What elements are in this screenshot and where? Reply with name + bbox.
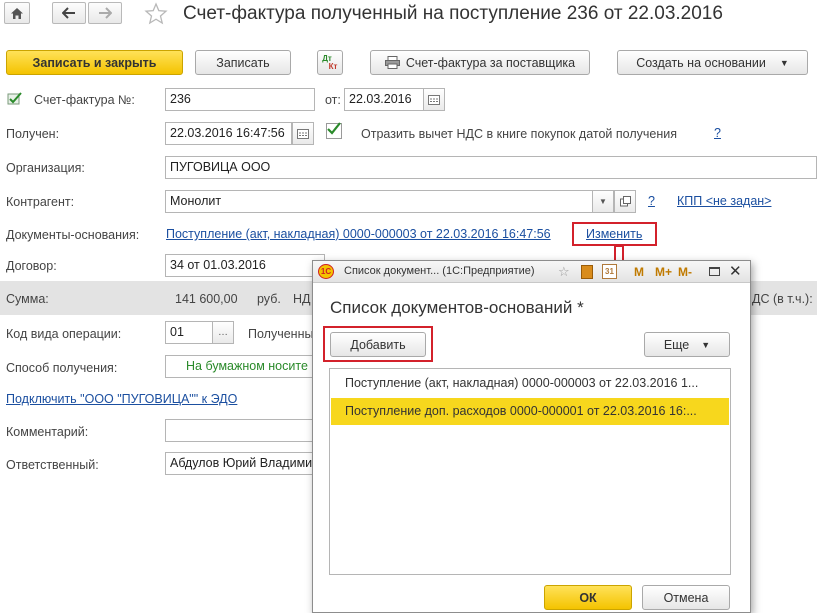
comment-field[interactable]: [165, 419, 315, 442]
close-icon[interactable]: ✕: [729, 262, 742, 280]
supplier-invoice-label: Счет-фактура за поставщика: [405, 55, 576, 70]
change-link-highlight: [572, 222, 657, 246]
invoice-number-label: Счет-фактура №:: [34, 93, 135, 107]
calendar-icon: [297, 128, 309, 139]
calendar-day-icon[interactable]: 31: [602, 264, 617, 279]
documents-list: Поступление (акт, накладная) 0000-000003…: [329, 368, 731, 575]
dialog-header: Список документов-оснований *: [330, 298, 584, 317]
favorite-star-icon[interactable]: [144, 2, 168, 26]
dropdown-arrow-icon: ▼: [599, 197, 607, 206]
base-documents-label: Документы-основания:: [6, 228, 140, 242]
home-icon: [11, 7, 23, 19]
dialog-window-title: Список документ... (1С:Предприятие): [344, 265, 535, 277]
memory-m-button[interactable]: M: [634, 265, 644, 279]
received-partial-label: Полученны: [248, 327, 314, 341]
arrow-left-icon: [62, 7, 75, 19]
receipt-method-label: Способ получения:: [6, 361, 118, 375]
star-icon[interactable]: ☆: [558, 264, 570, 280]
comment-label: Комментарий:: [6, 425, 89, 439]
contractor-label: Контрагент:: [6, 195, 75, 209]
back-button[interactable]: [52, 2, 86, 24]
1c-logo-icon: 1С: [318, 264, 334, 279]
calendar-day-label: 31: [605, 267, 614, 276]
calendar-button[interactable]: [423, 88, 445, 111]
responsible-label: Ответственный:: [6, 458, 99, 472]
currency-label: руб.: [257, 292, 281, 306]
invoice-date-field[interactable]: 22.03.2016: [344, 88, 424, 111]
ok-button[interactable]: ОК: [544, 585, 632, 610]
vat-deduction-label: Отразить вычет НДС в книге покупок датой…: [361, 127, 677, 141]
vat-partial-label: НД: [293, 292, 311, 306]
open-window-icon: [619, 196, 631, 207]
documents-list-dialog: 1С Список документ... (1С:Предприятие) ☆…: [312, 260, 751, 613]
operation-code-label: Код вида операции:: [6, 327, 122, 341]
contractor-field[interactable]: Монолит: [165, 190, 593, 213]
home-button[interactable]: [4, 2, 30, 24]
dropdown-arrow-icon: ▼: [701, 339, 711, 350]
vat-included-label: ДС (в т.ч.):: [752, 292, 813, 306]
received-datetime-field[interactable]: 22.03.2016 16:47:56: [165, 122, 292, 145]
document-status-icon: [7, 92, 23, 109]
responsible-field[interactable]: Абдулов Юрий Владими: [165, 452, 315, 475]
edo-connect-link[interactable]: Подключить "ООО "ПУГОВИЦА"" к ЭДО: [6, 392, 237, 406]
operation-code-field[interactable]: 01: [165, 321, 213, 344]
save-and-close-button[interactable]: Записать и закрыть: [6, 50, 183, 75]
received-calendar-button[interactable]: [292, 122, 314, 145]
dt-kt-button[interactable]: Дт Кт: [317, 50, 343, 75]
checkmark-icon: [327, 122, 341, 135]
save-button[interactable]: Записать: [195, 50, 291, 75]
more-label: Еще: [663, 337, 690, 352]
cancel-button[interactable]: Отмена: [642, 585, 730, 610]
calendar-icon: [428, 94, 440, 105]
base-document-link[interactable]: Поступление (акт, накладная) 0000-000003…: [166, 227, 551, 241]
list-item[interactable]: Поступление (акт, накладная) 0000-000003…: [331, 370, 729, 397]
received-label: Получен:: [6, 127, 60, 141]
maximize-icon[interactable]: [709, 267, 720, 276]
contractor-help-link[interactable]: ?: [648, 194, 655, 208]
contractor-open-button[interactable]: [614, 190, 636, 213]
calculator-icon[interactable]: [581, 265, 593, 279]
more-button[interactable]: Еще ▼: [644, 332, 730, 357]
add-button-highlight: [323, 326, 433, 362]
kt-label: Кт: [328, 61, 338, 71]
date-from-label: от:: [325, 93, 341, 107]
dialog-titlebar: 1С Список документ... (1С:Предприятие) ☆…: [313, 261, 750, 283]
contract-label: Договор:: [6, 259, 57, 273]
sum-value: 141 600,00: [175, 292, 238, 306]
contractor-dropdown-button[interactable]: ▼: [592, 190, 614, 213]
organization-field[interactable]: ПУГОВИЦА ООО: [165, 156, 817, 179]
create-based-on-label: Создать на основании: [636, 55, 766, 70]
kpp-link[interactable]: КПП <не задан>: [677, 194, 771, 208]
sum-label: Сумма:: [6, 292, 49, 306]
invoice-number-field[interactable]: 236: [165, 88, 315, 111]
create-based-on-button[interactable]: Создать на основании ▼: [617, 50, 808, 75]
page-title: Счет-фактура полученный на поступление 2…: [183, 3, 723, 24]
contract-field[interactable]: 34 от 01.03.2016: [165, 254, 325, 277]
operation-code-select-button[interactable]: …: [212, 321, 234, 344]
forward-button[interactable]: [88, 2, 122, 24]
list-item-selected[interactable]: Поступление доп. расходов 0000-000001 от…: [331, 398, 729, 425]
receipt-method-field[interactable]: На бумажном носите: [165, 355, 315, 378]
memory-plus-button[interactable]: M+: [655, 265, 672, 279]
supplier-invoice-button[interactable]: Счет-фактура за поставщика: [370, 50, 590, 75]
vat-deduction-checkbox[interactable]: [326, 122, 342, 139]
memory-minus-button[interactable]: M-: [678, 265, 692, 279]
help-link[interactable]: ?: [714, 126, 721, 140]
arrow-right-icon: [99, 7, 112, 19]
organization-label: Организация:: [6, 161, 85, 175]
dropdown-arrow-icon: ▼: [779, 57, 789, 68]
printer-icon: [384, 56, 400, 69]
